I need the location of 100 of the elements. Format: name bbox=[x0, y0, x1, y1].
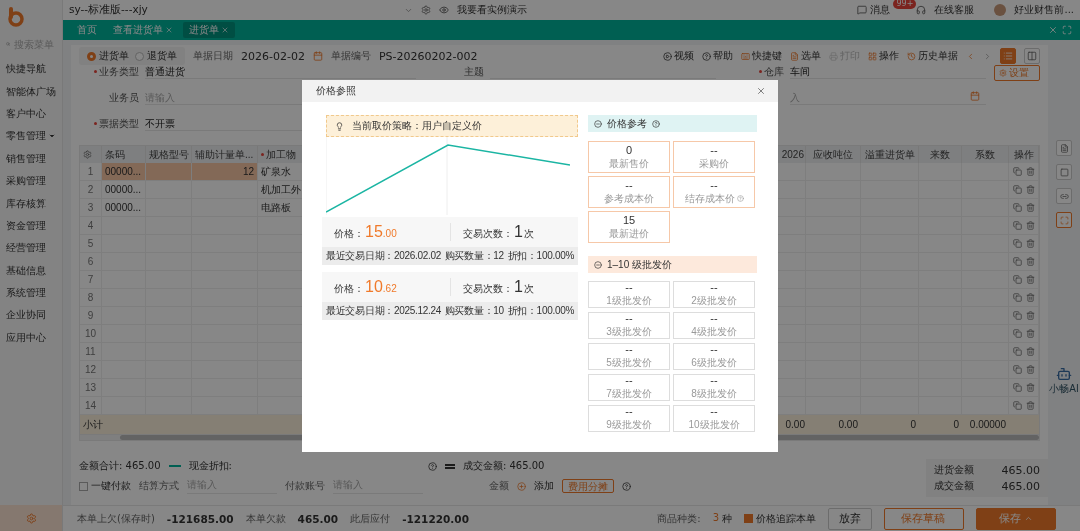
sidebar-item[interactable]: 基础信息 bbox=[0, 259, 62, 282]
price-card-value: -- bbox=[710, 143, 718, 156]
discount-value: 折扣：100.00% bbox=[507, 249, 574, 263]
count-value: 1 bbox=[514, 223, 523, 241]
input-field[interactable]: 车间 bbox=[790, 65, 986, 79]
sidebar-item[interactable]: 经营管理 bbox=[0, 237, 62, 260]
row-number: 8 bbox=[80, 289, 102, 307]
toolbar-action[interactable]: 快捷键 bbox=[741, 49, 782, 63]
column-header: 辅助计量单... bbox=[192, 146, 258, 163]
price-card-value: -- bbox=[625, 374, 633, 386]
row-number: 11 bbox=[80, 343, 102, 361]
price-value: 15 bbox=[365, 223, 383, 241]
toolbar-action[interactable]: 帮助 bbox=[702, 49, 733, 63]
price-card-value: -- bbox=[710, 343, 718, 355]
price-card-value: -- bbox=[710, 312, 718, 324]
sidebar-item[interactable]: 应用中心 bbox=[0, 326, 62, 350]
price-value: 10 bbox=[365, 278, 383, 296]
subtotal-value: 0.00 bbox=[806, 415, 861, 434]
account-label: 付款账号 bbox=[285, 479, 325, 493]
price-card-label: 5级批发价 bbox=[606, 356, 652, 370]
price-card-value: -- bbox=[710, 374, 718, 386]
column-header: 溢重进货单 bbox=[861, 146, 919, 163]
method-label: 结算方式 bbox=[139, 479, 179, 493]
messages-link[interactable]: 消息 bbox=[870, 3, 891, 17]
table-cell: 00000... bbox=[102, 199, 146, 217]
price-card-value: -- bbox=[625, 178, 633, 191]
price-card-label: 6级批发价 bbox=[691, 356, 737, 370]
support-link[interactable]: 在线客服 bbox=[934, 3, 975, 17]
column-header: 应收吨位 bbox=[806, 146, 861, 163]
add-link[interactable]: 添加 bbox=[534, 479, 554, 493]
sidebar-item[interactable]: 快捷导航 bbox=[0, 58, 62, 81]
price-card-value: -- bbox=[625, 312, 633, 324]
subtotal-value: 0 bbox=[919, 415, 962, 434]
summary-value: 465.00 bbox=[1001, 463, 1040, 477]
sidebar-item[interactable]: 采购管理 bbox=[0, 169, 62, 193]
message-count-badge: 99+ bbox=[893, 0, 917, 9]
date-value[interactable]: 2026-02-02 bbox=[241, 49, 305, 63]
sidebar-item[interactable]: 库存核算 bbox=[0, 192, 62, 215]
row-number: 12 bbox=[80, 361, 102, 379]
one-click-pay-checkbox[interactable]: 一键付款 bbox=[79, 479, 131, 493]
price-card-label: 4级批发价 bbox=[691, 325, 737, 339]
number-label: 单据编号 bbox=[330, 49, 371, 63]
price-label: 价格： bbox=[334, 282, 364, 296]
price-tracking-checkbox[interactable]: 价格追踪本单 bbox=[744, 511, 816, 526]
price-label: 价格： bbox=[334, 227, 364, 241]
price-decimal: .00 bbox=[382, 228, 397, 239]
price-card-label: 9级批发价 bbox=[606, 418, 652, 432]
price-card-value: -- bbox=[625, 343, 633, 355]
row-number: 2 bbox=[80, 181, 102, 199]
amount-label: 金额 bbox=[489, 479, 509, 493]
discount-label: 现金折扣: bbox=[188, 459, 232, 473]
purchase-quantity: 购买数量：10 bbox=[444, 304, 504, 318]
document-type-radio[interactable]: 退货单 bbox=[135, 49, 177, 63]
sidebar-item[interactable]: 系统管理 bbox=[0, 281, 62, 305]
debt-label: 本单欠款 bbox=[245, 511, 286, 526]
footer-button[interactable]: 放弃 bbox=[828, 507, 872, 530]
section-header[interactable]: 1–10 级批发价 bbox=[588, 256, 757, 273]
summary-label: 成交金额 bbox=[934, 479, 974, 493]
item-kinds-value: 3 bbox=[712, 511, 719, 525]
column-header: 条码 bbox=[102, 146, 146, 163]
subtotal-value: 0.00000 bbox=[962, 415, 1009, 434]
sidebar-item[interactable]: 智能体广场 bbox=[0, 80, 62, 103]
field-label: 仓库 bbox=[764, 65, 784, 78]
demo-link[interactable]: 我要看实例演示 bbox=[456, 3, 527, 17]
deal-amount: 成交金额: 465.00 bbox=[462, 459, 545, 473]
sidebar-item[interactable]: 零售管理 bbox=[0, 125, 62, 148]
toolbar-action[interactable]: 选单 bbox=[790, 49, 821, 63]
input-field[interactable]: 普通进货 bbox=[145, 65, 416, 79]
user-name[interactable]: 好业财售前... bbox=[1014, 3, 1074, 17]
assistant-button[interactable]: 小畅AI bbox=[1049, 366, 1079, 396]
price-card-label: 7级批发价 bbox=[606, 387, 652, 401]
sidebar-item[interactable]: 资金管理 bbox=[0, 214, 62, 238]
last-date: 最近交易日期：2026.02.02 bbox=[326, 249, 441, 263]
toolbar-action[interactable]: 历史单据 bbox=[907, 49, 958, 63]
column-header: 来数 bbox=[919, 146, 962, 163]
sidebar-item[interactable]: 企业协同 bbox=[0, 304, 62, 327]
total-amount: 金额合计: 465.00 bbox=[79, 459, 161, 473]
price-card-value: 0 bbox=[625, 143, 633, 156]
sidebar-item[interactable]: 销售管理 bbox=[0, 147, 62, 170]
field-label: 业务类型 bbox=[99, 65, 139, 78]
date-label: 单据日期 bbox=[193, 49, 233, 63]
toolbar-action[interactable]: 视频 bbox=[663, 49, 694, 63]
row-number: 6 bbox=[80, 253, 102, 271]
summary-value: 465.00 bbox=[1001, 479, 1040, 493]
row-number: 5 bbox=[80, 235, 102, 253]
price-card-label: 2级批发价 bbox=[691, 294, 737, 308]
price-card-label: 3级批发价 bbox=[606, 325, 652, 339]
price-card-label: 8级批发价 bbox=[691, 387, 737, 401]
field-label: 主题 bbox=[464, 65, 484, 78]
sidebar-item[interactable]: 客户中心 bbox=[0, 102, 62, 126]
count-label: 交易次数： bbox=[463, 282, 513, 296]
toolbar-action[interactable]: 操作 bbox=[868, 49, 899, 63]
document-type-radio[interactable]: 进货单 bbox=[87, 49, 129, 63]
section-header[interactable]: 价格参考 bbox=[588, 115, 757, 132]
row-number: 10 bbox=[80, 325, 102, 343]
debt-value: 465.00 bbox=[297, 512, 339, 525]
count-value: 1 bbox=[514, 278, 523, 296]
price-card-value: -- bbox=[710, 178, 718, 191]
row-number: 3 bbox=[80, 199, 102, 217]
account-name[interactable]: sy--标准版---xjy bbox=[69, 3, 148, 17]
